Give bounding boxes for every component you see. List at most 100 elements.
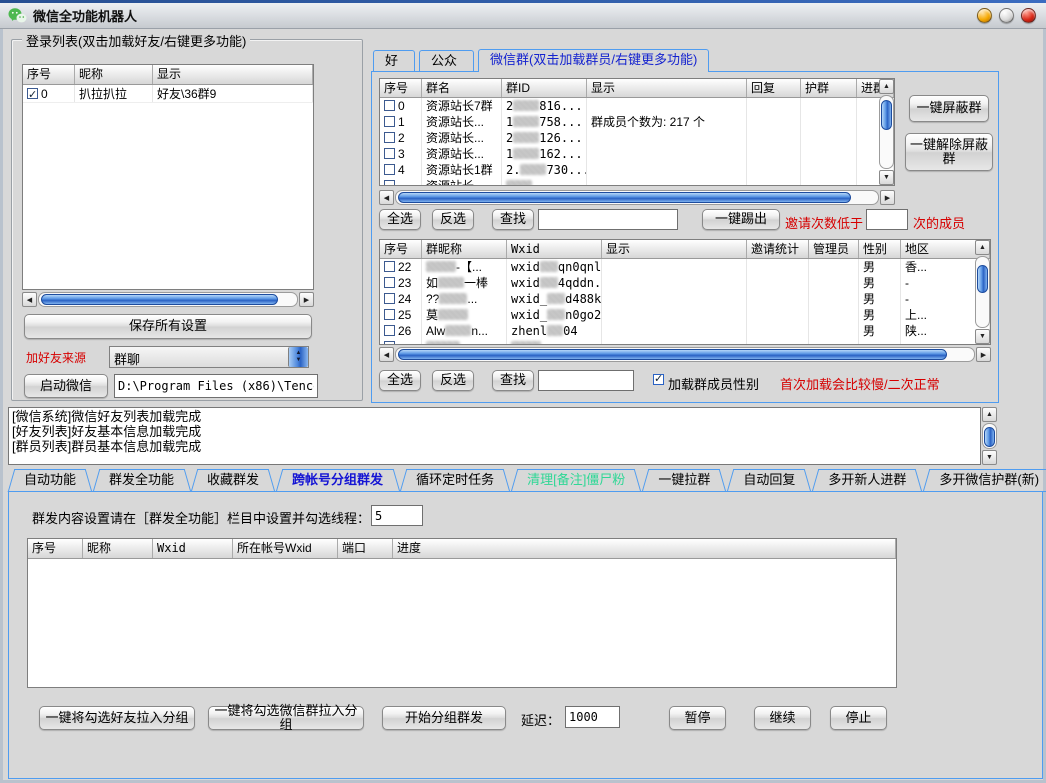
row-checkbox[interactable] bbox=[384, 309, 395, 320]
member-select-all-button[interactable]: 全选 bbox=[379, 370, 421, 391]
tab-multi-guard-group[interactable]: 多开微信护群(新) bbox=[926, 469, 1046, 492]
row-checkbox[interactable] bbox=[384, 132, 395, 143]
scroll-thumb[interactable] bbox=[984, 427, 995, 447]
member-table-vscrollbar[interactable]: ▲ ▼ bbox=[975, 240, 990, 344]
wechat-path-input[interactable] bbox=[114, 374, 318, 398]
group-find-input[interactable] bbox=[538, 209, 678, 230]
thread-count-input[interactable] bbox=[371, 505, 423, 526]
member-row-partial[interactable] bbox=[380, 339, 990, 345]
member-invert-button[interactable]: 反选 bbox=[432, 370, 474, 391]
scroll-left-icon[interactable]: ◀ bbox=[379, 190, 394, 205]
group-row[interactable]: 1 资源站长... 1758... 群成员个数为: 217 个 bbox=[380, 114, 894, 130]
maximize-button[interactable] bbox=[999, 8, 1014, 23]
row-checkbox[interactable] bbox=[384, 325, 395, 336]
titlebar[interactable]: 微信全功能机器人 bbox=[0, 0, 1046, 29]
tab-auto-reply[interactable]: 自动回复 bbox=[730, 469, 808, 492]
tab-loop-timer-tasks[interactable]: 循环定时任务 bbox=[403, 469, 507, 492]
scroll-down-icon[interactable]: ▼ bbox=[982, 450, 997, 465]
invite-count-input[interactable] bbox=[866, 209, 908, 230]
friend-source-select[interactable]: 群聊 ▲▼ bbox=[109, 346, 309, 368]
continue-button[interactable]: 继续 bbox=[754, 706, 811, 730]
member-find-input[interactable] bbox=[538, 370, 634, 391]
scroll-thumb[interactable] bbox=[977, 265, 988, 293]
scroll-up-icon[interactable]: ▲ bbox=[879, 79, 894, 94]
login-row[interactable]: 0 扒拉扒拉 好友\36群9 bbox=[23, 85, 313, 103]
member-table-header: 序号 群昵称 Wxid 显示 邀请统计 管理员 性别 地区 bbox=[380, 240, 990, 259]
save-all-settings-button[interactable]: 保存所有设置 bbox=[24, 314, 312, 339]
scroll-thumb[interactable] bbox=[398, 349, 947, 360]
row-checkbox[interactable] bbox=[384, 261, 395, 272]
log-output[interactable]: [微信系统]微信好友列表加载完成 [好友列表]好友基本信息加载完成 [群员列表]… bbox=[8, 407, 981, 465]
group-row[interactable]: 4 资源站长1群 2.730... bbox=[380, 162, 894, 178]
group-row[interactable]: 2 资源站长... 2126... bbox=[380, 130, 894, 146]
login-table[interactable]: 序号 昵称 显示 0 扒拉扒拉 好友\36群9 bbox=[22, 64, 314, 290]
member-row[interactable]: 24 ??... wxid_d488k... 男 - bbox=[380, 291, 990, 307]
unblock-groups-button[interactable]: 一键解除屏蔽群 bbox=[905, 133, 993, 171]
group-find-button[interactable]: 查找 bbox=[492, 209, 534, 230]
scroll-thumb[interactable] bbox=[881, 100, 892, 130]
add-checked-friends-to-group-button[interactable]: 一键将勾选好友拉入分组 bbox=[39, 706, 195, 730]
group-table-vscrollbar[interactable]: ▲ ▼ bbox=[879, 79, 894, 185]
group-row[interactable]: 0 资源站长7群 2816... bbox=[380, 98, 894, 114]
tab-official-accounts[interactable]: 公众号 bbox=[419, 50, 474, 72]
scroll-left-icon[interactable]: ◀ bbox=[379, 347, 394, 362]
scroll-up-icon[interactable]: ▲ bbox=[982, 407, 997, 422]
tab-one-key-pull-group[interactable]: 一键拉群 bbox=[645, 469, 723, 492]
start-wechat-button[interactable]: 启动微信 bbox=[24, 374, 108, 398]
block-groups-button[interactable]: 一键屏蔽群 bbox=[909, 95, 989, 122]
thread-label: 线程： bbox=[331, 508, 370, 527]
scroll-right-icon[interactable]: ▶ bbox=[299, 292, 314, 307]
spinner-updown-icon[interactable]: ▲▼ bbox=[288, 347, 308, 367]
scroll-down-icon[interactable]: ▼ bbox=[879, 170, 894, 185]
member-table-hscrollbar[interactable]: ◀ ▶ bbox=[379, 347, 991, 362]
tab-wechat-groups[interactable]: 微信群(双击加载群员/右键更多功能) bbox=[478, 49, 709, 72]
member-row[interactable]: 23 如一棒 wxid4qddn... 男 - bbox=[380, 275, 990, 291]
group-row[interactable]: 3 资源站长... 1162... bbox=[380, 146, 894, 162]
row-checkbox[interactable] bbox=[384, 180, 395, 186]
tab-clean-zombie-fans[interactable]: 清理[备注]僵尸粉 bbox=[514, 469, 638, 492]
delay-input[interactable] bbox=[565, 706, 620, 728]
row-checkbox[interactable] bbox=[384, 277, 395, 288]
row-checkbox[interactable] bbox=[384, 116, 395, 127]
tab-cross-account-group-send[interactable]: 跨帐号分组群发 bbox=[279, 469, 396, 492]
group-select-all-button[interactable]: 全选 bbox=[379, 209, 421, 230]
scroll-down-icon[interactable]: ▼ bbox=[975, 329, 990, 344]
member-find-button[interactable]: 查找 bbox=[492, 370, 534, 391]
group-invert-button[interactable]: 反选 bbox=[432, 209, 474, 230]
send-progress-table[interactable]: 序号 昵称 Wxid 所在帐号Wxid 端口 进度 bbox=[27, 538, 897, 688]
tab-mass-send[interactable]: 群发全功能 bbox=[96, 469, 187, 492]
kick-button[interactable]: 一键踢出 bbox=[702, 209, 780, 230]
row-checkbox[interactable] bbox=[384, 293, 395, 304]
stop-button[interactable]: 停止 bbox=[830, 706, 887, 730]
add-checked-groups-to-group-button[interactable]: 一键将勾选微信群拉入分组 bbox=[208, 706, 364, 730]
row-checkbox[interactable] bbox=[384, 341, 395, 345]
member-row[interactable]: 22 -【... wxidqn0qnl... 男 香... bbox=[380, 259, 990, 275]
login-row-checkbox[interactable] bbox=[27, 88, 38, 99]
tab-friends[interactable]: 好友 bbox=[373, 50, 415, 72]
scroll-thumb[interactable] bbox=[41, 294, 278, 305]
pause-button[interactable]: 暂停 bbox=[669, 706, 726, 730]
row-checkbox[interactable] bbox=[384, 100, 395, 111]
tab-favorite-send[interactable]: 收藏群发 bbox=[194, 469, 272, 492]
scroll-left-icon[interactable]: ◀ bbox=[22, 292, 37, 307]
member-row[interactable]: 26 Alwn... zhenl04 男 陕... bbox=[380, 323, 990, 339]
login-table-hscrollbar[interactable]: ◀ ▶ bbox=[22, 292, 314, 307]
member-row[interactable]: 25 莫 wxid_n0go2... 男 上... bbox=[380, 307, 990, 323]
scroll-thumb[interactable] bbox=[398, 192, 851, 203]
load-sex-checkbox[interactable] bbox=[653, 374, 664, 385]
scroll-right-icon[interactable]: ▶ bbox=[880, 190, 895, 205]
scroll-up-icon[interactable]: ▲ bbox=[975, 240, 990, 255]
member-table[interactable]: 序号 群昵称 Wxid 显示 邀请统计 管理员 性别 地区 22 -【... w… bbox=[379, 239, 991, 345]
start-group-send-button[interactable]: 开始分组群发 bbox=[382, 706, 506, 730]
minimize-button[interactable] bbox=[977, 8, 992, 23]
group-table-hscrollbar[interactable]: ◀ ▶ bbox=[379, 190, 895, 205]
close-button[interactable] bbox=[1021, 8, 1036, 23]
tab-auto-functions[interactable]: 自动功能 bbox=[11, 469, 89, 492]
row-checkbox[interactable] bbox=[384, 164, 395, 175]
group-table[interactable]: 序号 群名 群ID 显示 回复 护群 进群 0 资源站长7群 2816... 1 bbox=[379, 78, 895, 186]
tab-multi-newcomer[interactable]: 多开新人进群 bbox=[815, 469, 919, 492]
log-vscrollbar[interactable]: ▲ ▼ bbox=[982, 407, 997, 465]
group-row-partial[interactable]: 资源站长 bbox=[380, 178, 894, 186]
scroll-right-icon[interactable]: ▶ bbox=[976, 347, 991, 362]
row-checkbox[interactable] bbox=[384, 148, 395, 159]
